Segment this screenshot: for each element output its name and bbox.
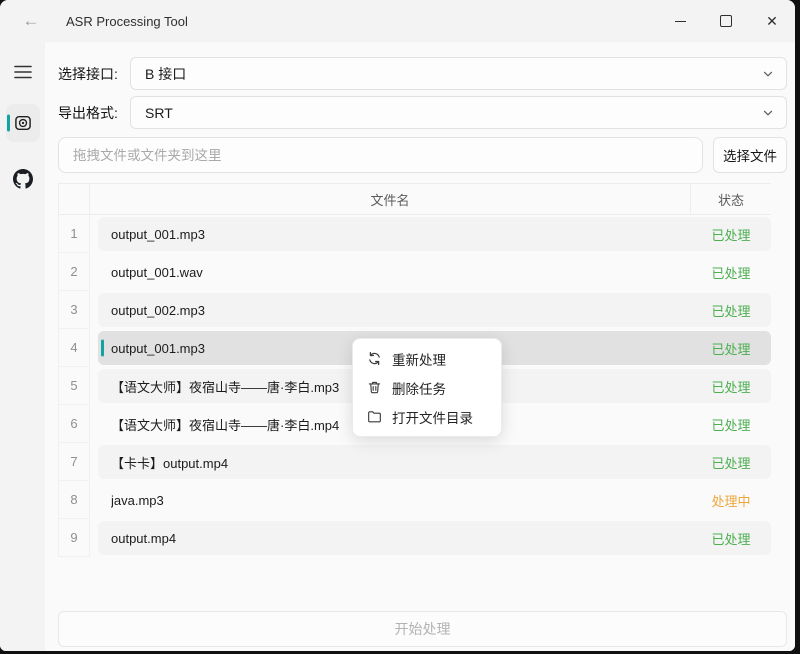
table-row[interactable]: 8 java.mp3 处理中: [58, 481, 771, 519]
minimize-button[interactable]: [657, 0, 703, 42]
menu-button[interactable]: [6, 56, 40, 88]
status-text: 处理中: [691, 491, 771, 510]
header-filename: 文件名: [90, 184, 691, 214]
row-index: 5: [58, 367, 90, 405]
status-text: 已处理: [691, 225, 771, 244]
hamburger-icon: [14, 65, 32, 79]
status-text: 已处理: [691, 377, 771, 396]
trash-icon: [367, 380, 382, 395]
filename-cell: 【卡卡】output.mp4: [111, 453, 691, 472]
filename-cell: output.mp4: [111, 531, 691, 546]
header-index: [58, 184, 90, 214]
context-menu-label: 重新处理: [392, 349, 446, 369]
row-index: 2: [58, 253, 90, 291]
row-index: 6: [58, 405, 90, 443]
selected-indicator: [101, 340, 104, 357]
filename-cell: output_001.wav: [111, 265, 691, 280]
table-row[interactable]: 3 output_002.mp3 已处理: [58, 291, 771, 329]
filename-cell: output_002.mp3: [111, 303, 691, 318]
format-select-label: 导出格式:: [58, 103, 130, 123]
status-text: 已处理: [691, 339, 771, 358]
table-row[interactable]: 1 output_001.mp3 已处理: [58, 215, 771, 253]
row-index: 3: [58, 291, 90, 329]
filename-cell: java.mp3: [111, 493, 691, 508]
table-row[interactable]: 7 【卡卡】output.mp4 已处理: [58, 443, 771, 481]
active-indicator: [7, 115, 10, 132]
row-index: 4: [58, 329, 90, 367]
table-header: 文件名 状态: [58, 183, 771, 215]
table-row[interactable]: 9 output.mp4 已处理: [58, 519, 771, 557]
start-processing-button[interactable]: 开始处理: [58, 611, 787, 647]
maximize-icon: [720, 15, 732, 27]
status-text: 已处理: [691, 415, 771, 434]
sidebar-item-github[interactable]: [6, 160, 40, 198]
context-menu-label: 打开文件目录: [392, 407, 473, 427]
header-status: 状态: [691, 184, 771, 214]
record-icon: [14, 114, 32, 132]
context-menu-item-reprocess[interactable]: 重新处理: [353, 344, 501, 373]
refresh-icon: [367, 351, 382, 366]
chevron-down-icon: [762, 68, 774, 80]
window-title: ASR Processing Tool: [66, 14, 188, 29]
titlebar: ← ASR Processing Tool ✕: [0, 0, 795, 42]
close-icon: ✕: [766, 13, 778, 30]
file-drop-input[interactable]: [58, 137, 703, 173]
api-select[interactable]: B 接口: [130, 57, 787, 90]
chevron-down-icon: [762, 107, 774, 119]
format-select[interactable]: SRT: [130, 96, 787, 129]
row-index: 1: [58, 215, 90, 253]
table-row[interactable]: 2 output_001.wav 已处理: [58, 253, 771, 291]
status-text: 已处理: [691, 263, 771, 282]
context-menu-label: 删除任务: [392, 378, 446, 398]
row-index: 7: [58, 443, 90, 481]
sidebar: [0, 42, 45, 651]
github-icon: [13, 169, 33, 189]
folder-icon: [367, 409, 382, 424]
context-menu-item-delete[interactable]: 删除任务: [353, 373, 501, 402]
context-menu-item-open-folder[interactable]: 打开文件目录: [353, 402, 501, 431]
context-menu: 重新处理 删除任务 打开文件目录: [352, 338, 502, 437]
row-index: 9: [58, 519, 90, 557]
filename-cell: output_001.mp3: [111, 227, 691, 242]
minimize-icon: [675, 21, 686, 22]
api-select-value: B 接口: [145, 64, 762, 84]
maximize-button[interactable]: [703, 0, 749, 42]
api-select-label: 选择接口:: [58, 64, 130, 84]
status-text: 已处理: [691, 529, 771, 548]
sidebar-item-record[interactable]: [6, 104, 40, 142]
back-button[interactable]: ←: [14, 6, 48, 36]
back-arrow-icon: ←: [23, 11, 40, 31]
select-file-button[interactable]: 选择文件: [713, 137, 787, 173]
window-controls: ✕: [657, 0, 795, 42]
close-button[interactable]: ✕: [749, 0, 795, 42]
row-index: 8: [58, 481, 90, 519]
status-text: 已处理: [691, 453, 771, 472]
app-window: ← ASR Processing Tool ✕: [0, 0, 795, 651]
status-text: 已处理: [691, 301, 771, 320]
format-select-value: SRT: [145, 105, 762, 121]
